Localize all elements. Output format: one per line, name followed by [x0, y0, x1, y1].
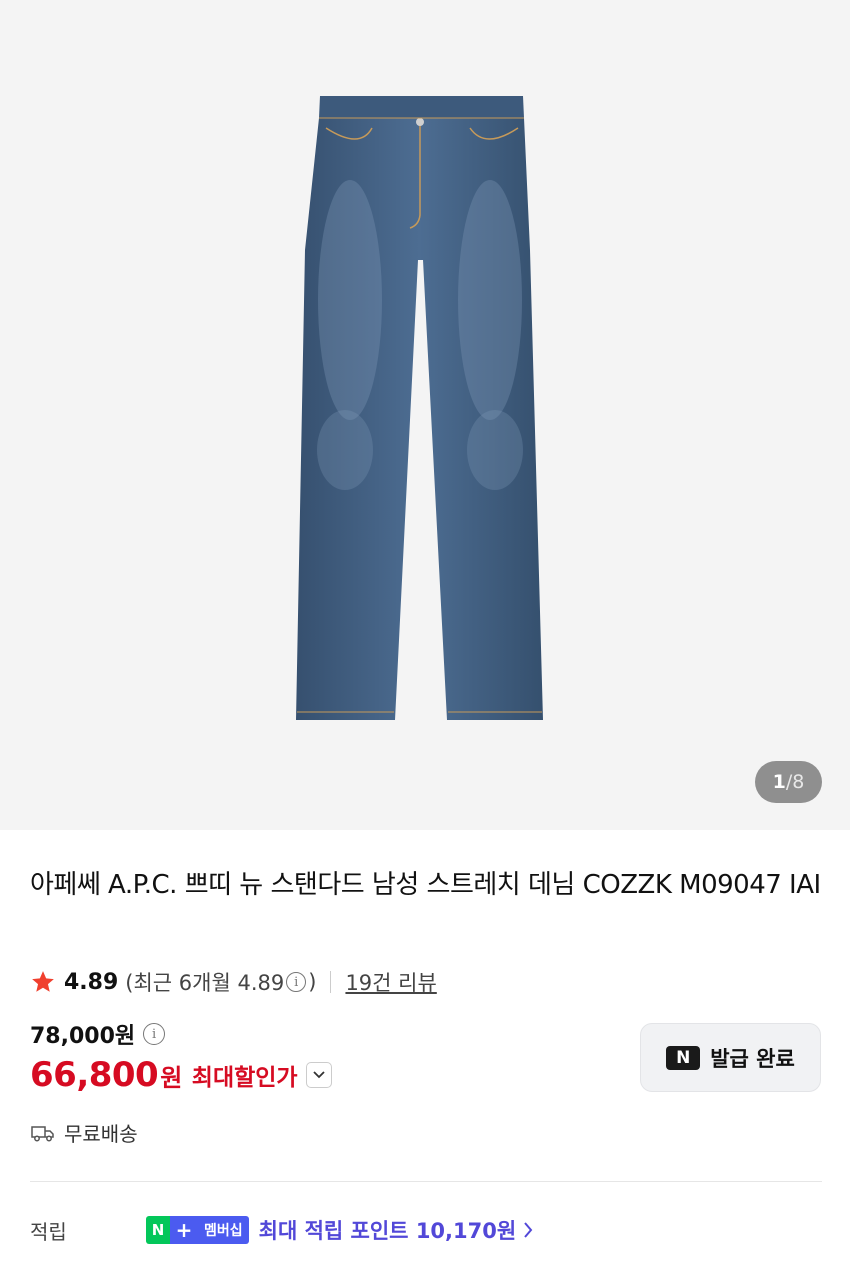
- coupon-issued-button[interactable]: N 발급 완료: [640, 1023, 821, 1092]
- reviews-link[interactable]: 19건 리뷰: [345, 967, 436, 997]
- naver-n-icon: N: [666, 1045, 701, 1070]
- star-icon: [32, 971, 54, 992]
- chevron-right-icon: [524, 1222, 533, 1238]
- max-points-text: 최대 적립 포인트 10,170원: [258, 1219, 517, 1243]
- image-counter-total: 8: [792, 771, 805, 793]
- sale-price-row: 66,800원 최대할인가: [30, 1055, 332, 1095]
- truck-icon: [31, 1125, 54, 1141]
- membership-badge-plus: +: [170, 1216, 198, 1244]
- recent-rating-suffix: ): [308, 970, 317, 994]
- divider: [330, 971, 332, 993]
- membership-badge-text: 멤버십: [198, 1216, 249, 1244]
- rating-row: 4.89 (최근 6개월 4.89 i ) 19건 리뷰: [30, 965, 437, 999]
- shipping-label: 무료배송: [64, 1122, 138, 1146]
- sale-price-amount: 66,800: [30, 1055, 159, 1095]
- sale-price: 66,800원: [30, 1055, 182, 1095]
- points-label: 적립: [30, 1219, 67, 1244]
- original-price-row: 78,000원 i: [30, 1018, 167, 1050]
- section-divider: [30, 1181, 822, 1182]
- sale-price-unit: 원: [160, 1064, 182, 1092]
- membership-badge-n: N: [146, 1216, 170, 1244]
- image-counter-current: 1: [772, 771, 786, 793]
- points-row[interactable]: 적립 N + 멤버십 최대 적립 포인트 10,170원: [30, 1210, 822, 1250]
- max-discount-label: 최대할인가: [191, 1065, 298, 1091]
- original-price: 78,000원: [30, 1024, 136, 1049]
- product-title: 아페쎄 A.P.C. 쁘띠 뉴 스탠다드 남성 스트레치 데님 COZZK M0…: [30, 870, 821, 900]
- recent-rating-text: (최근 6개월 4.89: [125, 971, 285, 995]
- price-info-icon[interactable]: i: [143, 1023, 166, 1045]
- jeans-product-image: [296, 96, 543, 720]
- chevron-down-icon: [312, 1071, 325, 1079]
- shipping-info: 무료배송: [30, 1118, 138, 1147]
- naver-plus-membership-badge: N + 멤버십: [146, 1216, 249, 1244]
- image-counter: 1 / 8: [755, 761, 822, 803]
- discount-detail-toggle[interactable]: [305, 1062, 332, 1088]
- rating-score: 4.89: [64, 969, 119, 995]
- info-icon[interactable]: i: [286, 972, 307, 992]
- coupon-label: 발급 완료: [710, 1046, 795, 1071]
- product-image-gallery[interactable]: 1 / 8: [0, 0, 850, 830]
